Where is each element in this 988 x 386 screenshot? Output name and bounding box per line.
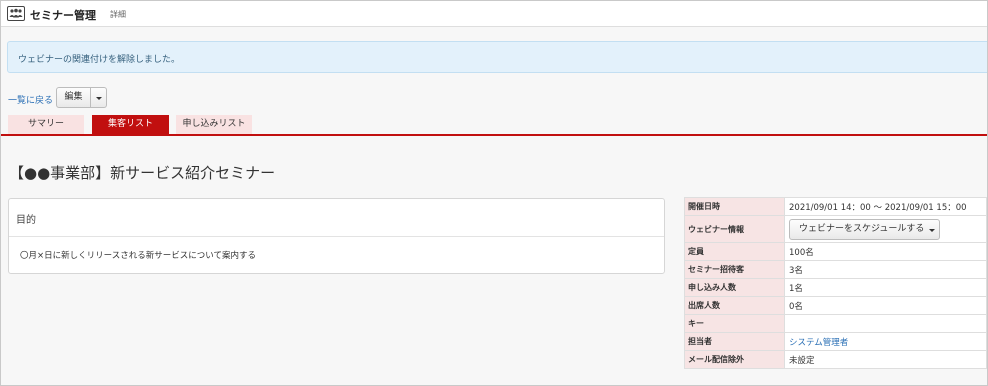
info-label: キー (684, 314, 785, 333)
caret-down-icon (96, 97, 102, 100)
tab-underline (1, 134, 987, 136)
info-value-attendees: 0名 (784, 296, 987, 315)
purpose-panel: 目的 〇月×日に新しくリリースされる新サービスについて案内する (8, 198, 665, 274)
caret-down-icon (929, 228, 935, 232)
purpose-text: 〇月×日に新しくリリースされる新サービスについて案内する (20, 251, 256, 261)
schedule-webinar-button[interactable]: ウェビナーをスケジュールする (789, 218, 940, 240)
info-label: 開催日時 (684, 197, 785, 216)
tab-application-list[interactable]: 申し込みリスト (176, 115, 252, 135)
info-label: メール配信除外 (684, 350, 785, 369)
info-alert: ウェビナーの関連付けを解除しました。 (7, 41, 987, 73)
edit-button[interactable]: 編集 (56, 87, 91, 108)
info-value-invited: 3名 (784, 260, 987, 279)
info-label: 定員 (684, 242, 785, 261)
schedule-webinar-label: ウェビナーをスケジュールする (799, 223, 925, 234)
info-value-datetime: 2021/09/01 14：00 ～ 2021/09/01 15：00 (784, 197, 987, 216)
seminar-people-icon (7, 6, 25, 21)
back-to-list-link[interactable]: 一覧に戻る (8, 93, 53, 106)
owner-link[interactable]: システム管理者 (789, 338, 848, 348)
info-row-mail-exclusion: メール配信除外 未設定 (684, 350, 987, 369)
alert-message: ウェビナーの関連付けを解除しました。 (18, 55, 181, 65)
info-row-datetime: 開催日時 2021/09/01 14：00 ～ 2021/09/01 15：00 (684, 197, 987, 216)
info-label: 出席人数 (684, 296, 785, 315)
tab-attract-list[interactable]: 集客リスト (92, 115, 169, 135)
info-label: セミナー招待客 (684, 260, 785, 279)
info-row-applicants: 申し込み人数 1名 (684, 278, 987, 297)
seminar-info-table: 開催日時 2021/09/01 14：00 ～ 2021/09/01 15：00… (684, 197, 987, 369)
info-value-mail-exclusion: 未設定 (784, 350, 987, 369)
info-row-owner: 担当者 システム管理者 (684, 332, 987, 351)
info-label: ウェビナー情報 (684, 215, 785, 243)
edit-dropdown-toggle[interactable] (91, 87, 107, 108)
info-row-capacity: 定員 100名 (684, 242, 987, 261)
info-label: 申し込み人数 (684, 278, 785, 297)
info-value-capacity: 100名 (784, 242, 987, 261)
info-value-key (784, 314, 987, 333)
app-title: セミナー管理 (30, 9, 96, 22)
info-label: 担当者 (684, 332, 785, 351)
info-row-attendees: 出席人数 0名 (684, 296, 987, 315)
page-subtitle: 詳細 (110, 10, 126, 19)
info-row-invited: セミナー招待客 3名 (684, 260, 987, 279)
edit-button-group: 編集 (56, 87, 107, 108)
page-title: 【●●事業部】新サービス紹介セミナー (9, 164, 276, 182)
purpose-heading: 目的 (9, 199, 664, 237)
info-row-webinar: ウェビナー情報 ウェビナーをスケジュールする (684, 215, 987, 243)
app-window: セミナー管理 詳細 ウェビナーの関連付けを解除しました。 一覧に戻る 編集 サマ… (0, 0, 988, 386)
info-row-key: キー (684, 314, 987, 333)
info-value-applicants: 1名 (784, 278, 987, 297)
tab-summary[interactable]: サマリー (8, 115, 84, 135)
app-header: セミナー管理 詳細 (1, 1, 987, 27)
